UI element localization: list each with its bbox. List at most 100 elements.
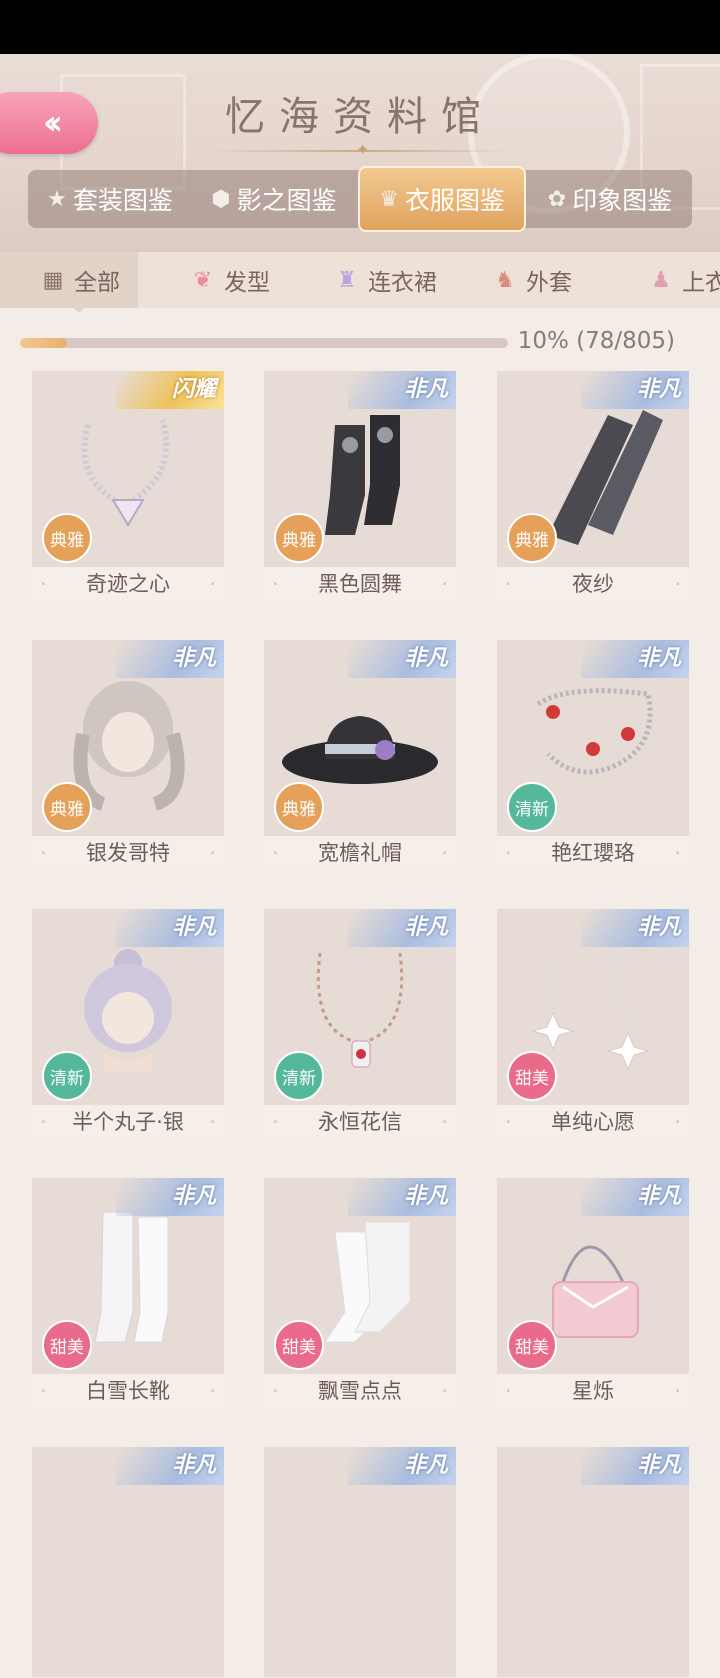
flower-icon: ✿ [547,186,567,212]
rarity-ribbon: 非凡 [116,640,224,690]
star-icon: ★ [47,186,67,212]
rarity-label: 闪耀 [171,376,216,402]
tab-suit-gallery[interactable]: ★ 套装图鉴 [28,170,192,228]
rarity-ribbon: 非凡 [116,1178,224,1228]
rarity-ribbon: 非凡 [581,640,689,690]
dress-icon: ♛ [379,186,399,212]
item-name: 银发哥特 [32,836,224,870]
item-card[interactable]: 非凡甜美白雪长靴 [31,1177,225,1409]
rarity-label: 非凡 [171,1452,216,1478]
rarity-ribbon: 非凡 [348,371,456,421]
rarity-label: 非凡 [171,645,216,671]
item-card[interactable]: 非凡典雅黑色圆舞 [263,370,457,602]
item-card[interactable]: 非凡甜美飘雪点点 [263,1177,457,1409]
rarity-ribbon: 非凡 [581,371,689,421]
item-card[interactable]: 非凡典雅银发哥特 [31,639,225,871]
rarity-ribbon: 非凡 [116,1447,224,1497]
category-label: 全部 [74,270,120,296]
tab-label: 印象图鉴 [572,186,673,215]
hexagon-icon: ⬢ [211,186,231,212]
style-badge: 典雅 [42,782,92,832]
item-name: 黑色圆舞 [264,567,456,601]
tab-shadow-gallery[interactable]: ⬢ 影之图鉴 [192,170,356,228]
header: ‹‹ 忆海资料馆 ✦ ★ 套装图鉴 ⬢ 影之图鉴 ♛ 衣服图鉴 ✿ 印象图鉴 [0,54,720,252]
item-card[interactable]: 非凡清新艳红瓔珞 [496,639,690,871]
category-all[interactable]: ▦ 全部 [0,252,138,308]
top-tab-bar: ★ 套装图鉴 ⬢ 影之图鉴 ♛ 衣服图鉴 ✿ 印象图鉴 [28,166,692,232]
dress-icon: ♜ [337,267,357,293]
rarity-label: 非凡 [403,914,448,940]
rarity-label: 非凡 [171,1183,216,1209]
rarity-label: 非凡 [636,1183,681,1209]
rarity-ribbon: 非凡 [581,909,689,959]
tab-clothes-gallery[interactable]: ♛ 衣服图鉴 [358,166,526,232]
item-name: 半个丸子·银 [32,1105,224,1139]
item-card[interactable]: 非凡 [263,1446,457,1678]
item-name: 宽檐礼帽 [264,836,456,870]
collection-progress-bar [20,338,508,348]
rarity-label: 非凡 [636,1452,681,1478]
rarity-label: 非凡 [171,914,216,940]
rarity-label: 非凡 [403,645,448,671]
rarity-label: 非凡 [403,1452,448,1478]
style-badge: 甜美 [274,1320,324,1370]
page-title: 忆海资料馆 [225,94,495,140]
rarity-label: 非凡 [403,376,448,402]
item-name: 永恒花信 [264,1105,456,1139]
progress-text: 10% (78/805) [517,328,675,354]
item-name: 白雪长靴 [32,1374,224,1408]
category-hair[interactable]: ❦ 发型 [188,252,270,308]
progress-fill [20,338,68,348]
style-badge: 典雅 [274,513,324,563]
tab-label: 套装图鉴 [72,186,173,215]
rarity-label: 非凡 [636,914,681,940]
item-card[interactable]: 非凡甜美单纯心愿 [496,908,690,1140]
item-card[interactable]: 非凡典雅宽檐礼帽 [263,639,457,871]
tab-label: 衣服图鉴 [404,186,505,215]
item-name: 飘雪点点 [264,1374,456,1408]
coat-icon: ♞ [495,267,515,293]
item-card[interactable]: 非凡 [31,1446,225,1678]
item-name: 艳红瓔珞 [497,836,689,870]
item-card[interactable]: 闪耀典雅奇迹之心 [31,370,225,602]
hair-icon: ❦ [193,267,213,293]
rarity-ribbon: 非凡 [348,909,456,959]
style-badge: 甜美 [42,1320,92,1370]
item-card[interactable]: 非凡典雅夜纱 [496,370,690,602]
item-card[interactable]: 非凡 [496,1446,690,1678]
category-bar: ▦ 全部 ❦ 发型 ♜ 连衣裙 ♞ 外套 ♟ 上衣 [0,252,720,308]
rarity-ribbon: 非凡 [348,640,456,690]
item-name: 单纯心愿 [497,1105,689,1139]
category-pointer [70,304,88,313]
rarity-ribbon: 非凡 [116,909,224,959]
tab-impression-gallery[interactable]: ✿ 印象图鉴 [528,170,692,228]
style-badge: 清新 [507,782,557,832]
category-top[interactable]: ♟ 上衣 [646,252,720,308]
item-card[interactable]: 非凡清新半个丸子·银 [31,908,225,1140]
rarity-ribbon: 非凡 [348,1178,456,1228]
rarity-label: 非凡 [636,645,681,671]
rarity-ribbon: 非凡 [348,1447,456,1497]
title-ornament-icon: ✦ [356,140,370,159]
rarity-ribbon: 闪耀 [116,371,224,421]
category-label: 发型 [224,270,270,296]
style-badge: 典雅 [507,513,557,563]
category-dress[interactable]: ♜ 连衣裙 [332,252,437,308]
grid-icon: ▦ [42,267,64,293]
category-label: 上衣 [682,270,720,296]
item-card[interactable]: 非凡清新永恒花信 [263,908,457,1140]
tab-label: 影之图鉴 [236,186,337,215]
item-card[interactable]: 非凡甜美星烁 [496,1177,690,1409]
category-label: 外套 [526,270,572,296]
shirt-icon: ♟ [651,267,671,293]
category-coat[interactable]: ♞ 外套 [490,252,572,308]
style-badge: 清新 [274,1051,324,1101]
rarity-label: 非凡 [636,376,681,402]
style-badge: 甜美 [507,1320,557,1370]
rarity-label: 非凡 [403,1183,448,1209]
style-badge: 甜美 [507,1051,557,1101]
status-bar [0,0,720,54]
style-badge: 典雅 [274,782,324,832]
item-name: 星烁 [497,1374,689,1408]
style-badge: 清新 [42,1051,92,1101]
